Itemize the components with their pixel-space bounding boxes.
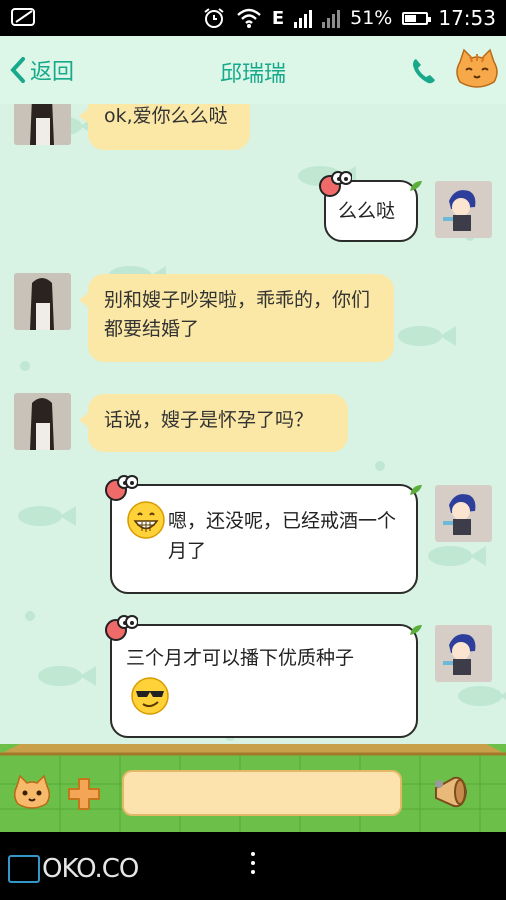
watermark: OKO.CO (8, 854, 139, 884)
message-text: 话说，嫂子是怀孕了吗？ (104, 409, 314, 431)
cat-profile-icon[interactable] (454, 48, 500, 92)
notification-icon (11, 8, 35, 26)
phone-icon[interactable] (410, 56, 438, 86)
battery-icon (402, 11, 432, 25)
bubble-bird-icon (104, 474, 139, 513)
chat-header: 返回 邱瑞瑞 (0, 36, 506, 104)
plus-button[interactable] (66, 776, 102, 816)
contact-avatar[interactable] (14, 273, 71, 330)
bubble-bird-icon (318, 170, 353, 209)
message-text: 嗯，还没呢，已经戒酒一个月了 (168, 510, 397, 562)
battery-percent: 51% (350, 7, 393, 29)
bubble-leaf-icon (408, 172, 424, 202)
message-bubble-outgoing[interactable]: 嗯，还没呢，已经戒酒一个月了 (105, 475, 422, 594)
sunglasses-emoji (131, 677, 169, 715)
bubble-bird-icon (104, 614, 139, 653)
clock: 17:53 (438, 6, 496, 30)
my-avatar[interactable] (435, 181, 492, 238)
horn-voice-button[interactable] (430, 774, 472, 816)
message-text: ok,爱你么么哒 (104, 105, 228, 127)
watermark-text: OKO.CO (42, 854, 139, 884)
signal-x-icon (322, 8, 341, 28)
bubble-leaf-icon (408, 616, 424, 646)
bubble-leaf-icon (408, 476, 424, 506)
message-bubble-outgoing[interactable]: 三个月才可以播下优质种子 (105, 615, 422, 738)
data-e-icon: E (271, 7, 285, 29)
cat-emoji-button[interactable] (12, 774, 52, 816)
message-bubble-outgoing[interactable]: 么么哒 (319, 171, 422, 242)
message-input[interactable] (122, 770, 402, 816)
status-bar: E 51% 17:53 (0, 0, 506, 36)
contact-avatar[interactable] (14, 393, 71, 450)
nav-bar: OKO.CO (0, 832, 506, 900)
my-avatar[interactable] (435, 485, 492, 542)
menu-dots-icon[interactable] (245, 852, 261, 878)
wifi-icon (237, 8, 261, 28)
message-text: 别和嫂子吵架啦，乖乖的，你们都要结婚了 (104, 289, 371, 340)
watermark-logo-icon (8, 855, 40, 883)
message-text: 三个月才可以播下优质种子 (126, 647, 355, 669)
message-bubble-incoming[interactable]: 别和嫂子吵架啦，乖乖的，你们都要结婚了 (79, 274, 394, 362)
alarm-icon (204, 8, 224, 28)
signal-icon (294, 8, 313, 28)
my-avatar[interactable] (435, 625, 492, 682)
message-bubble-incoming[interactable]: 话说，嫂子是怀孕了吗？ (79, 394, 348, 452)
chat-area[interactable]: ok,爱你么么哒 么么哒 别和嫂子吵架啦，乖乖的，你们都要结婚了 话说，嫂子是怀… (0, 36, 506, 832)
